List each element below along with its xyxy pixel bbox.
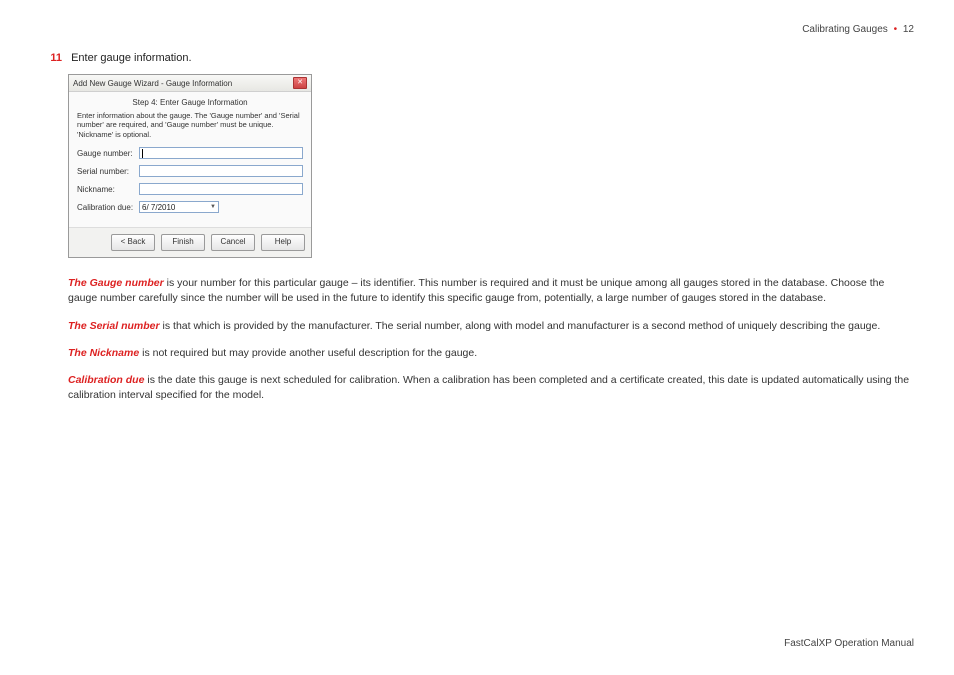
- gauge-number-row: Gauge number:: [77, 147, 303, 159]
- calibration-due-paragraph: Calibration due is the date this gauge i…: [68, 373, 914, 403]
- calibration-due-row: Calibration due: 6/ 7/2010 ▼: [77, 201, 303, 213]
- dialog-title-text: Add New Gauge Wizard - Gauge Information: [73, 79, 232, 88]
- step-number: 11: [46, 52, 68, 64]
- gauge-number-paragraph: The Gauge number is your number for this…: [68, 276, 914, 306]
- step-line: 11 Enter gauge information.: [68, 52, 914, 64]
- calibration-due-desc: is the date this gauge is next scheduled…: [68, 374, 909, 401]
- header-separator: •: [891, 24, 901, 35]
- gauge-number-desc: is your number for this particular gauge…: [68, 277, 884, 304]
- cancel-button[interactable]: Cancel: [211, 234, 255, 251]
- dialog-step-title: Step 4: Enter Gauge Information: [77, 98, 303, 107]
- help-button[interactable]: Help: [261, 234, 305, 251]
- content-area: 11 Enter gauge information. Add New Gaug…: [68, 52, 914, 415]
- nickname-term: The Nickname: [68, 347, 139, 359]
- dialog-instruction: Enter information about the gauge. The '…: [77, 111, 303, 139]
- page-number: 12: [903, 24, 914, 35]
- page-footer: FastCalXP Operation Manual: [784, 638, 914, 649]
- gauge-number-input[interactable]: [139, 147, 303, 159]
- back-button[interactable]: < Back: [111, 234, 155, 251]
- step-text: Enter gauge information.: [71, 52, 191, 64]
- dialog-body: Step 4: Enter Gauge Information Enter in…: [69, 92, 311, 227]
- gauge-wizard-dialog: Add New Gauge Wizard - Gauge Information…: [68, 74, 312, 258]
- calibration-due-label: Calibration due:: [77, 203, 139, 212]
- nickname-paragraph: The Nickname is not required but may pro…: [68, 346, 914, 361]
- serial-number-label: Serial number:: [77, 167, 139, 176]
- nickname-label: Nickname:: [77, 185, 139, 194]
- calibration-due-value: 6/ 7/2010: [142, 203, 175, 212]
- calibration-due-term: Calibration due: [68, 374, 144, 386]
- window-controls: ✕: [293, 77, 307, 89]
- chevron-down-icon: ▼: [210, 204, 216, 210]
- serial-number-desc: is that which is provided by the manufac…: [160, 320, 881, 332]
- serial-number-input[interactable]: [139, 165, 303, 177]
- page-header: Calibrating Gauges • 12: [802, 24, 914, 35]
- nickname-row: Nickname:: [77, 183, 303, 195]
- finish-button[interactable]: Finish: [161, 234, 205, 251]
- section-title: Calibrating Gauges: [802, 24, 888, 35]
- serial-number-paragraph: The Serial number is that which is provi…: [68, 319, 914, 334]
- dialog-button-row: < Back Finish Cancel Help: [69, 227, 311, 257]
- nickname-input[interactable]: [139, 183, 303, 195]
- serial-number-row: Serial number:: [77, 165, 303, 177]
- close-icon[interactable]: ✕: [293, 77, 307, 89]
- dialog-titlebar: Add New Gauge Wizard - Gauge Information…: [69, 75, 311, 92]
- nickname-desc: is not required but may provide another …: [139, 347, 477, 359]
- serial-number-term: The Serial number: [68, 320, 160, 332]
- gauge-number-label: Gauge number:: [77, 149, 139, 158]
- explanatory-text: The Gauge number is your number for this…: [68, 276, 914, 403]
- calibration-due-datepicker[interactable]: 6/ 7/2010 ▼: [139, 201, 219, 213]
- gauge-number-term: The Gauge number: [68, 277, 164, 289]
